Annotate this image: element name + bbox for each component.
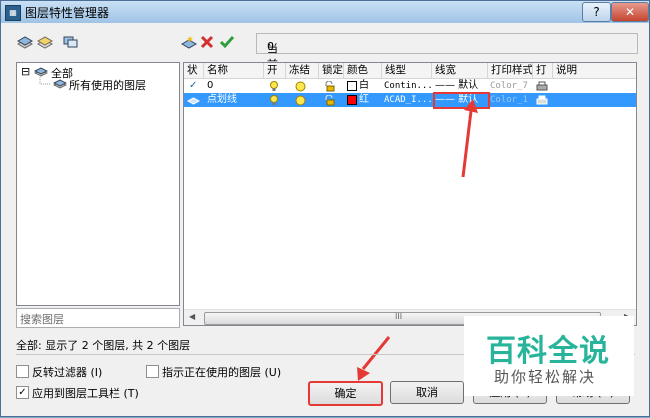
col-plot[interactable]: 打	[533, 63, 553, 78]
printer-icon[interactable]	[536, 95, 548, 106]
col-lineweight[interactable]: 线宽	[432, 63, 488, 78]
col-lock[interactable]: 锁定	[319, 63, 344, 78]
table-row[interactable]: ✓ 0 白 Contin... —— 默认 Color_7	[184, 79, 636, 93]
new-property-filter-icon[interactable]	[17, 35, 33, 49]
sun-thawed-icon[interactable]	[295, 81, 306, 92]
tree-item-used-layers[interactable]: 所有使用的图层	[69, 77, 146, 93]
invert-filter-label: 反转过滤器 (I)	[32, 366, 103, 379]
col-linetype[interactable]: 线型	[382, 63, 432, 78]
scroll-grip: III	[395, 312, 403, 321]
col-color[interactable]: 颜色	[344, 63, 382, 78]
table-row[interactable]: 点划线 红 ACAD_I... —— 默认 Color_1	[184, 93, 636, 107]
layer-list[interactable]: 状 名称 开 冻结 锁定 颜色 线型 线宽 打印样式 打 说明 ✓ 0 白 Co…	[183, 62, 637, 326]
title-bar: ▦ 图层特性管理器 ? ✕	[1, 1, 649, 23]
scroll-left-icon[interactable]: ◀	[189, 312, 195, 321]
used-layers-filter-icon	[53, 79, 67, 89]
search-placeholder: 搜索图层	[20, 313, 64, 326]
lightbulb-on-icon[interactable]	[269, 81, 279, 92]
col-on[interactable]: 开	[264, 63, 286, 78]
layer-properties-window: ▦ 图层特性管理器 ? ✕ 当前图层: 0 ⊟ 全部 所有使用的图层 搜索图层 …	[0, 0, 650, 417]
filter-tree[interactable]: ⊟ 全部 所有使用的图层	[16, 62, 180, 306]
col-status[interactable]: 状	[184, 63, 204, 78]
layer-name[interactable]: 点划线	[207, 93, 237, 107]
tree-collapse-icon[interactable]: ⊟	[21, 65, 30, 78]
col-name[interactable]: 名称	[204, 63, 264, 78]
new-group-filter-icon[interactable]	[37, 35, 53, 49]
current-layer-value: 0	[267, 40, 274, 53]
layer-status-icon	[187, 97, 200, 105]
tree-connector-icon	[39, 77, 51, 85]
color-swatch[interactable]	[347, 81, 357, 91]
app-icon: ▦	[5, 5, 21, 21]
color-swatch[interactable]	[347, 95, 357, 105]
apply-to-toolbar-label: 应用到图层工具栏 (T)	[32, 387, 139, 400]
sun-thawed-icon[interactable]	[295, 95, 306, 106]
unlocked-icon[interactable]	[324, 81, 335, 92]
indicate-in-use-checkbox[interactable]	[146, 365, 159, 378]
invert-filter-checkbox[interactable]	[16, 365, 29, 378]
lightbulb-on-icon[interactable]	[269, 95, 279, 106]
current-layer-display: 当前图层: 0	[256, 33, 638, 103]
col-freeze[interactable]: 冻结	[286, 63, 319, 78]
layer-plot-style: Color_1	[490, 95, 528, 105]
col-plot-style[interactable]: 打印样式	[488, 63, 533, 78]
close-button[interactable]: ✕	[611, 2, 649, 22]
layer-name[interactable]: 0	[207, 79, 213, 93]
apply-to-toolbar-checkbox[interactable]: ✓	[16, 386, 29, 399]
search-layer-input[interactable]: 搜索图层	[16, 308, 180, 328]
printer-icon[interactable]	[536, 81, 548, 92]
layer-color-name[interactable]: 红	[359, 93, 369, 107]
unlocked-icon[interactable]	[324, 95, 335, 106]
layer-lineweight[interactable]: —— 默认	[435, 79, 478, 93]
layer-color-name[interactable]: 白	[359, 79, 369, 93]
layers-icon	[34, 67, 48, 77]
set-current-icon[interactable]	[219, 35, 235, 49]
layer-linetype[interactable]: ACAD_I...	[384, 93, 433, 107]
watermark-sub-text: 助你轻松解决	[494, 368, 597, 386]
current-layer-check: ✓	[189, 80, 198, 91]
new-layer-icon[interactable]	[181, 35, 197, 49]
lineweight-highlight-box	[433, 92, 490, 109]
layer-linetype[interactable]: Contin...	[384, 79, 433, 93]
layer-states-manager-icon[interactable]	[63, 35, 79, 49]
delete-layer-icon[interactable]	[199, 35, 215, 49]
layer-plot-style: Color_7	[490, 81, 528, 91]
cancel-button[interactable]: 取消	[390, 381, 464, 404]
watermark-main-text: 百科全说	[486, 334, 610, 369]
ok-button[interactable]: 确定	[308, 381, 383, 406]
indicate-in-use-label: 指示正在使用的图层 (U)	[162, 366, 282, 379]
column-header-row: 状 名称 开 冻结 锁定 颜色 线型 线宽 打印样式 打 说明	[184, 63, 636, 79]
window-title: 图层特性管理器	[25, 6, 110, 20]
col-description[interactable]: 说明	[553, 63, 636, 78]
help-title-button[interactable]: ?	[582, 2, 611, 22]
watermark-logo: 百科全说 助你轻松解决	[464, 316, 634, 396]
arrow-head-ok	[357, 367, 370, 381]
